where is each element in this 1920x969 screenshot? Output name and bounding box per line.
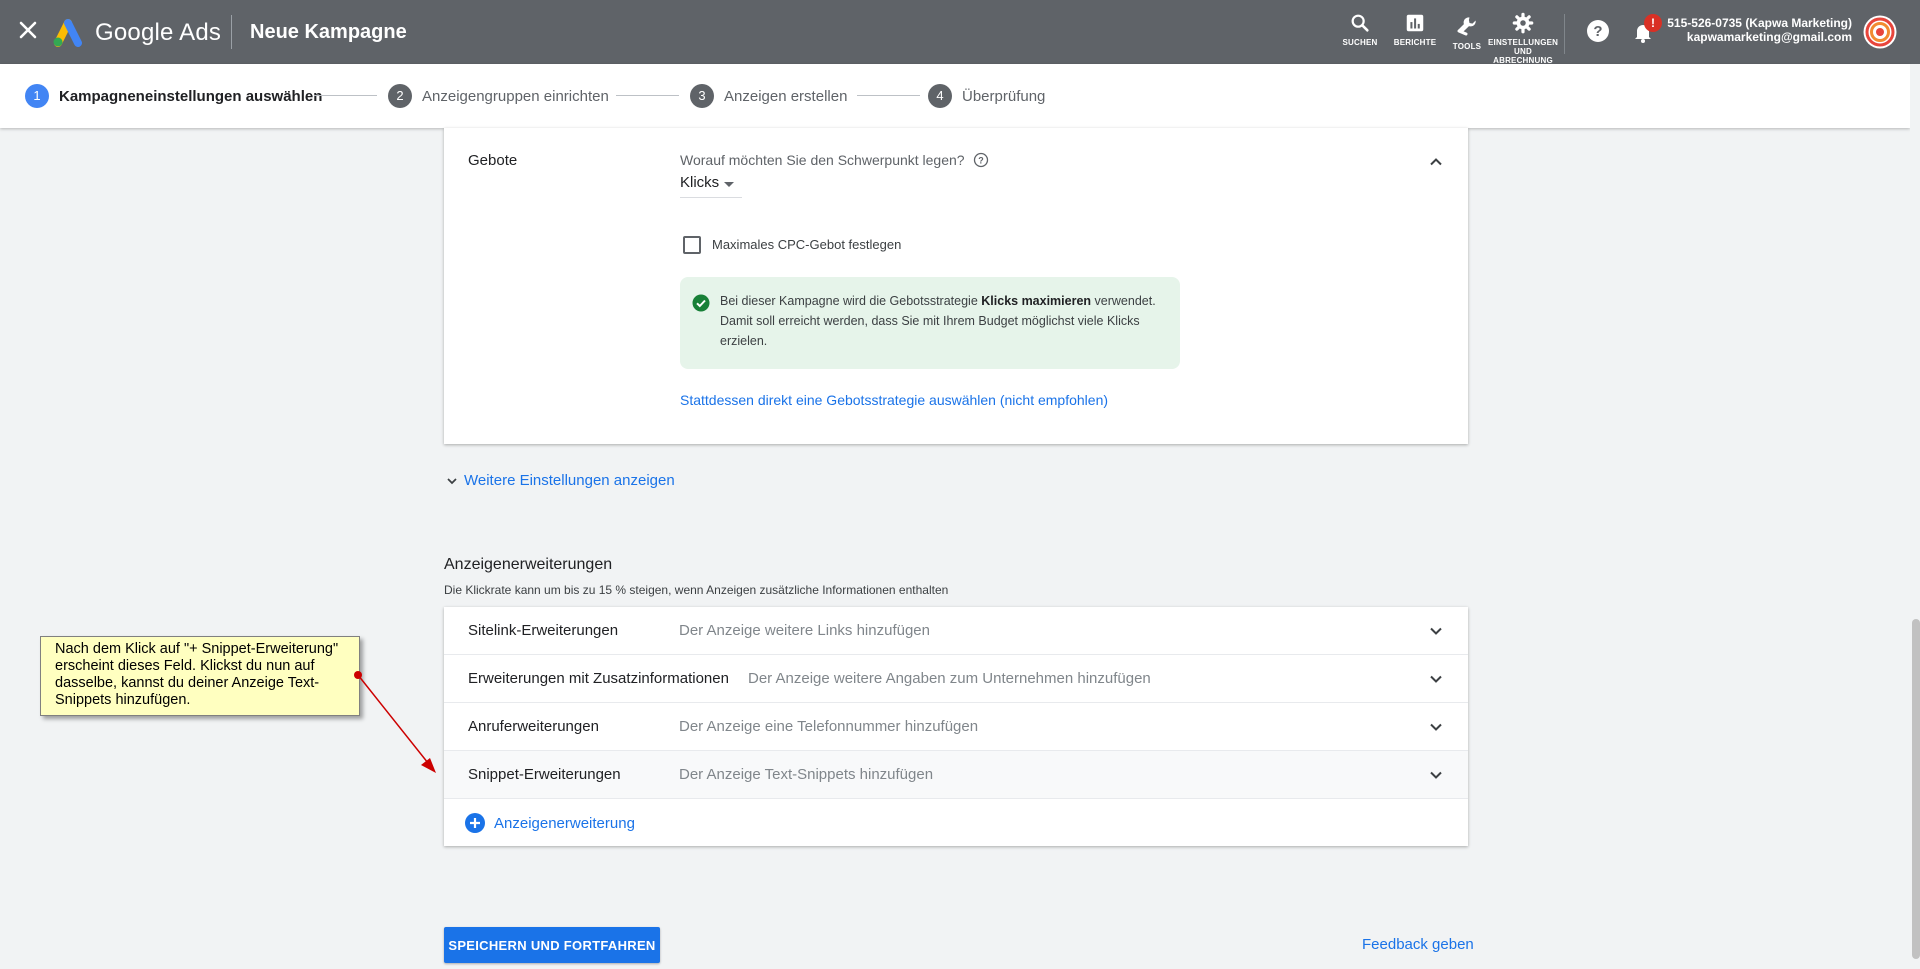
add-circle-icon [465, 813, 485, 833]
step-connector [314, 95, 377, 96]
step-connector [616, 95, 679, 96]
title-divider [231, 15, 232, 49]
save-continue-button[interactable]: SPEICHERN UND FORTFAHREN [444, 927, 660, 963]
toolbar-divider [1564, 14, 1565, 54]
scrollbar-thumb[interactable] [1912, 619, 1920, 959]
svg-text:?: ? [1593, 23, 1602, 40]
help-circle-icon[interactable]: ? [973, 152, 989, 168]
bidding-card: Gebote Worauf möchten Sie den Schwerpunk… [444, 128, 1468, 444]
help-icon[interactable]: ? [1586, 19, 1610, 43]
step-label: Anzeigengruppen einrichten [422, 87, 609, 105]
extension-row-snippets[interactable]: Snippet-Erweiterungen Der Anzeige Text-S… [444, 751, 1468, 799]
top-app-bar: Google Ads Neue Kampagne SUCHEN BERICHTE… [0, 0, 1920, 64]
page-title: Neue Kampagne [250, 21, 407, 43]
step-number: 4 [928, 84, 952, 108]
bidding-section-label: Gebote [468, 152, 518, 169]
annotation-note: Nach dem Klick auf "+ Snippet-Erweiterun… [40, 636, 360, 716]
bidding-strategy-info: Bei dieser Kampagne wird die Gebotsstrat… [680, 277, 1180, 369]
account-name: 515-526-0735 (Kapwa Marketing) [1667, 16, 1852, 30]
google-ads-logo [53, 19, 82, 47]
chevron-down-icon [1430, 675, 1442, 683]
step-label: Kampagneneinstellungen auswählen [59, 87, 323, 105]
extension-desc: Der Anzeige eine Telefonnummer hinzufüge… [679, 718, 979, 735]
account-info[interactable]: 515-526-0735 (Kapwa Marketing) kapwamark… [1667, 16, 1852, 44]
extension-row-callouts[interactable]: Erweiterungen mit Zusatzinformationen De… [444, 655, 1468, 703]
info-prefix: Bei dieser Kampagne wird die Gebotsstrat… [720, 294, 982, 308]
account-email: kapwamarketing@gmail.com [1686, 30, 1852, 44]
more-settings-label: Weitere Einstellungen anzeigen [464, 472, 675, 489]
step-connector [857, 95, 920, 96]
extension-name: Sitelink-Erweiterungen [468, 622, 619, 639]
extension-desc: Der Anzeige Text-Snippets hinzufügen [679, 766, 934, 783]
max-cpc-checkbox[interactable] [683, 236, 701, 254]
chevron-down-icon [1430, 771, 1442, 779]
extension-row-sitelinks[interactable]: Sitelink-Erweiterungen Der Anzeige weite… [444, 607, 1468, 655]
step-label: Anzeigen erstellen [724, 87, 848, 105]
settings-tool-button[interactable]: EINSTELLUNGEN UND ABRECHNUNG [1488, 12, 1558, 64]
step-number: 3 [690, 84, 714, 108]
campaign-stepper: 1 Kampagneneinstellungen auswählen 2 Anz… [0, 64, 1910, 128]
step-campaign-settings[interactable]: 1 Kampagneneinstellungen auswählen [25, 84, 322, 108]
step-number: 1 [25, 84, 49, 108]
extensions-subtitle: Die Klickrate kann um bis zu 15 % steige… [444, 583, 949, 597]
feedback-link[interactable]: Feedback geben [1362, 936, 1474, 953]
wrench-icon [1457, 17, 1476, 36]
focus-select-value: Klicks [680, 174, 720, 191]
gear-icon [1512, 12, 1534, 34]
notification-badge: ! [1644, 14, 1662, 32]
bidding-info-text: Bei dieser Kampagne wird die Gebotsstrat… [720, 291, 1168, 351]
chevron-down-icon [1430, 627, 1442, 635]
page-scrollbar[interactable] [1910, 64, 1920, 969]
extension-name: Snippet-Erweiterungen [468, 766, 621, 783]
chevron-down-icon [447, 477, 457, 484]
step-label: Überprüfung [962, 87, 1046, 105]
extensions-card: Sitelink-Erweiterungen Der Anzeige weite… [444, 607, 1468, 846]
focus-select[interactable]: Klicks [680, 174, 742, 198]
add-extension-label: Anzeigenerweiterung [494, 814, 635, 832]
step-review[interactable]: 4 Überprüfung [928, 84, 1045, 108]
more-settings-link[interactable]: Weitere Einstellungen anzeigen [444, 472, 675, 489]
svg-text:?: ? [978, 156, 984, 166]
extension-name: Anruferweiterungen [468, 718, 599, 735]
add-extension-button[interactable]: Anzeigenerweiterung [464, 812, 635, 834]
chevron-down-icon [1430, 723, 1442, 731]
info-strategy: Klicks maximieren [981, 294, 1092, 308]
check-circle-icon [692, 294, 710, 312]
step-ads[interactable]: 3 Anzeigen erstellen [690, 84, 847, 108]
chevron-up-icon[interactable] [1424, 150, 1448, 174]
max-cpc-label: Maximales CPC-Gebot festlegen [712, 237, 902, 252]
bar-chart-icon [1406, 14, 1424, 32]
extensions-title: Anzeigenerweiterungen [444, 556, 613, 573]
search-icon [1351, 14, 1369, 32]
caret-down-icon [724, 182, 734, 187]
extension-name: Erweiterungen mit Zusatzinformationen [468, 670, 729, 687]
extension-row-calls[interactable]: Anruferweiterungen Der Anzeige eine Tele… [444, 703, 1468, 751]
close-icon[interactable] [16, 18, 40, 42]
choose-strategy-link[interactable]: Stattdessen direkt eine Gebotsstrategie … [680, 392, 1108, 408]
step-number: 2 [388, 84, 412, 108]
focus-question: Worauf möchten Sie den Schwerpunkt legen… [680, 152, 989, 168]
brand-name: Google Ads [95, 19, 222, 46]
step-ad-groups[interactable]: 2 Anzeigengruppen einrichten [388, 84, 609, 108]
focus-question-text: Worauf möchten Sie den Schwerpunkt legen… [680, 152, 965, 168]
extension-desc: Der Anzeige weitere Angaben zum Unterneh… [748, 670, 1151, 687]
settings-tool-label: EINSTELLUNGEN UND ABRECHNUNG [1488, 38, 1558, 64]
extension-desc: Der Anzeige weitere Links hinzufügen [679, 622, 930, 639]
avatar[interactable] [1863, 15, 1897, 49]
